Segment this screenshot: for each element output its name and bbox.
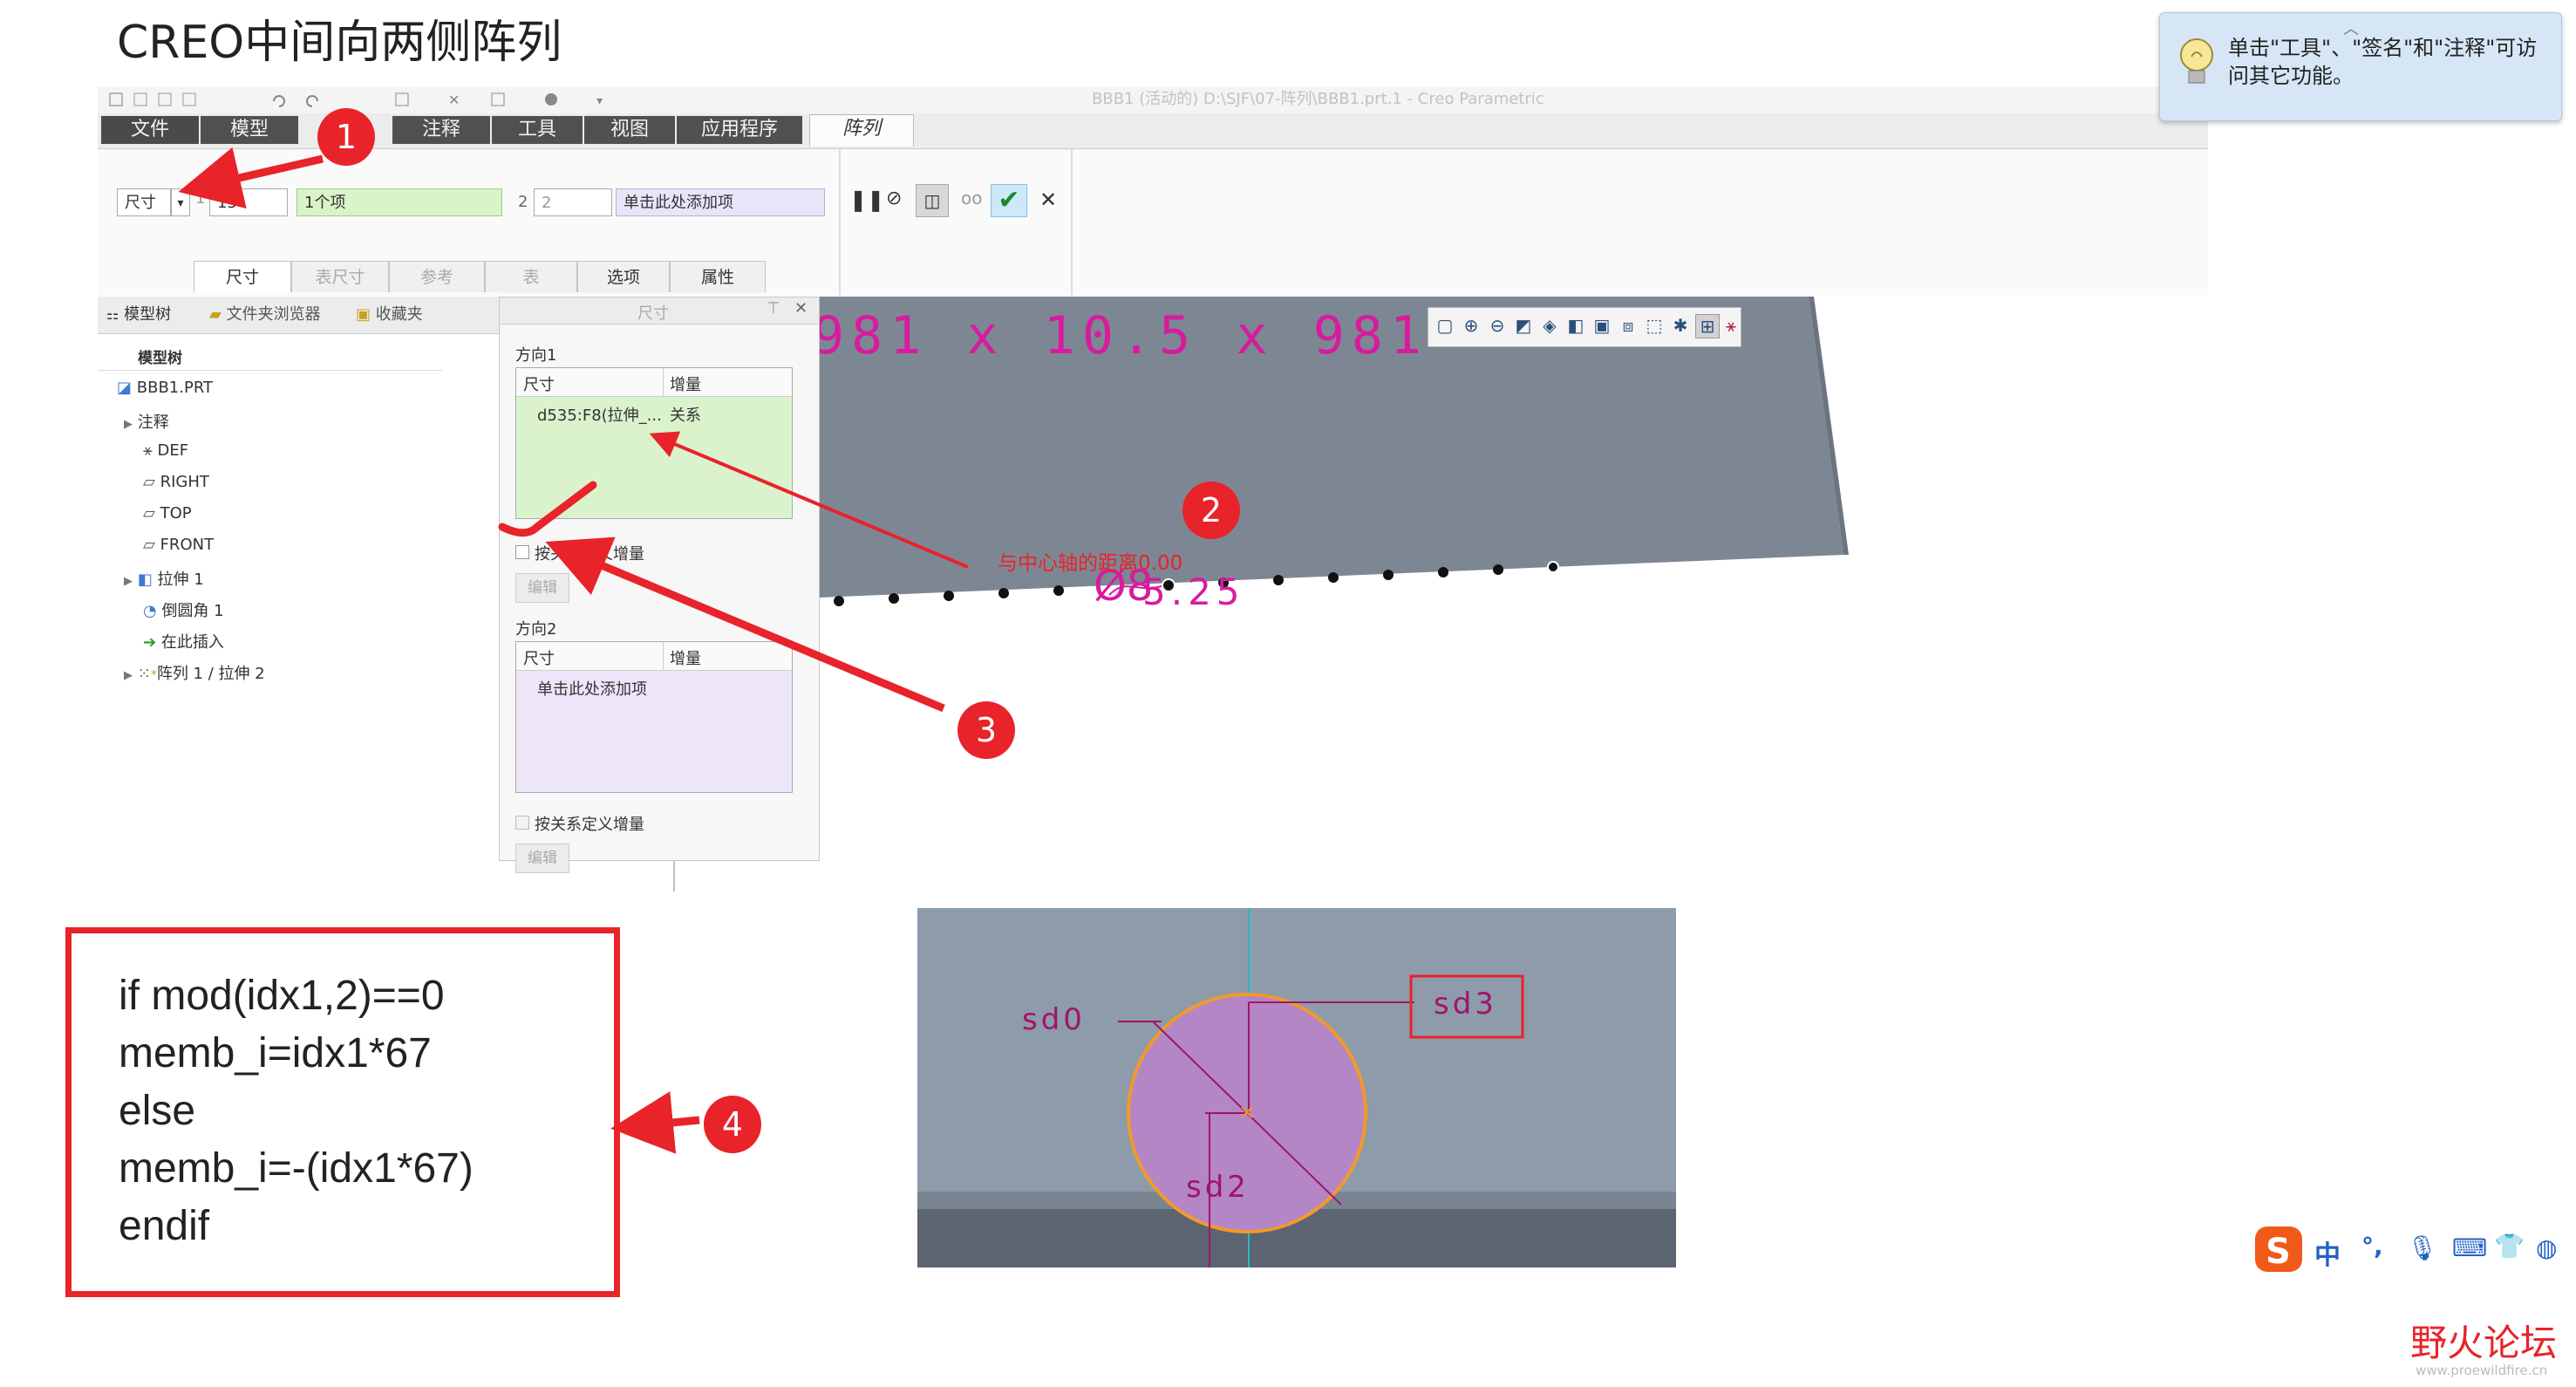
ime-mode-label[interactable]: 中 [2314, 1233, 2341, 1272]
sogou-logo-icon[interactable]: S [2252, 1223, 2307, 1275]
arrow-4 [610, 1091, 700, 1154]
watermark-url: www.proewildfire.cn [2416, 1363, 2548, 1378]
keyboard-icon[interactable]: ⌨ [2452, 1233, 2487, 1262]
ime-toolbar: S 中 °, 🎙 ⌨ 👕 ◍ [2252, 1223, 2576, 1275]
arrow-1 [178, 147, 324, 208]
checkmark-stroke [498, 481, 597, 537]
callout-badge-1: 1 [317, 108, 375, 166]
microphone-icon[interactable]: 🎙 [2407, 1233, 2438, 1262]
watermark-text: 野火论坛 [2410, 1322, 2558, 1364]
skin-icon[interactable]: 👕 [2494, 1232, 2525, 1261]
toolbox-icon[interactable]: ◍ [2536, 1233, 2557, 1262]
arrow-2 [649, 431, 969, 569]
callout-badge-4: 4 [704, 1096, 761, 1153]
lightbulb-icon [2180, 38, 2213, 84]
svg-text:S: S [2266, 1232, 2291, 1272]
tip-text: 单击"工具"、"签名"和"注释"可访问其它功能。 [2228, 36, 2538, 88]
callout-badge-2: 2 [1182, 482, 1240, 539]
annotation-arrows [178, 147, 969, 1154]
ime-punct-label[interactable]: °, [2361, 1232, 2383, 1261]
arrow-3 [545, 536, 945, 713]
callout-note-2: 与中心轴的距离0.00 [998, 552, 1183, 575]
callout-badge-3: 3 [957, 701, 1015, 759]
tip-popup[interactable]: ︿ 单击"工具"、"签名"和"注释"可访问其它功能。 [2159, 12, 2562, 121]
